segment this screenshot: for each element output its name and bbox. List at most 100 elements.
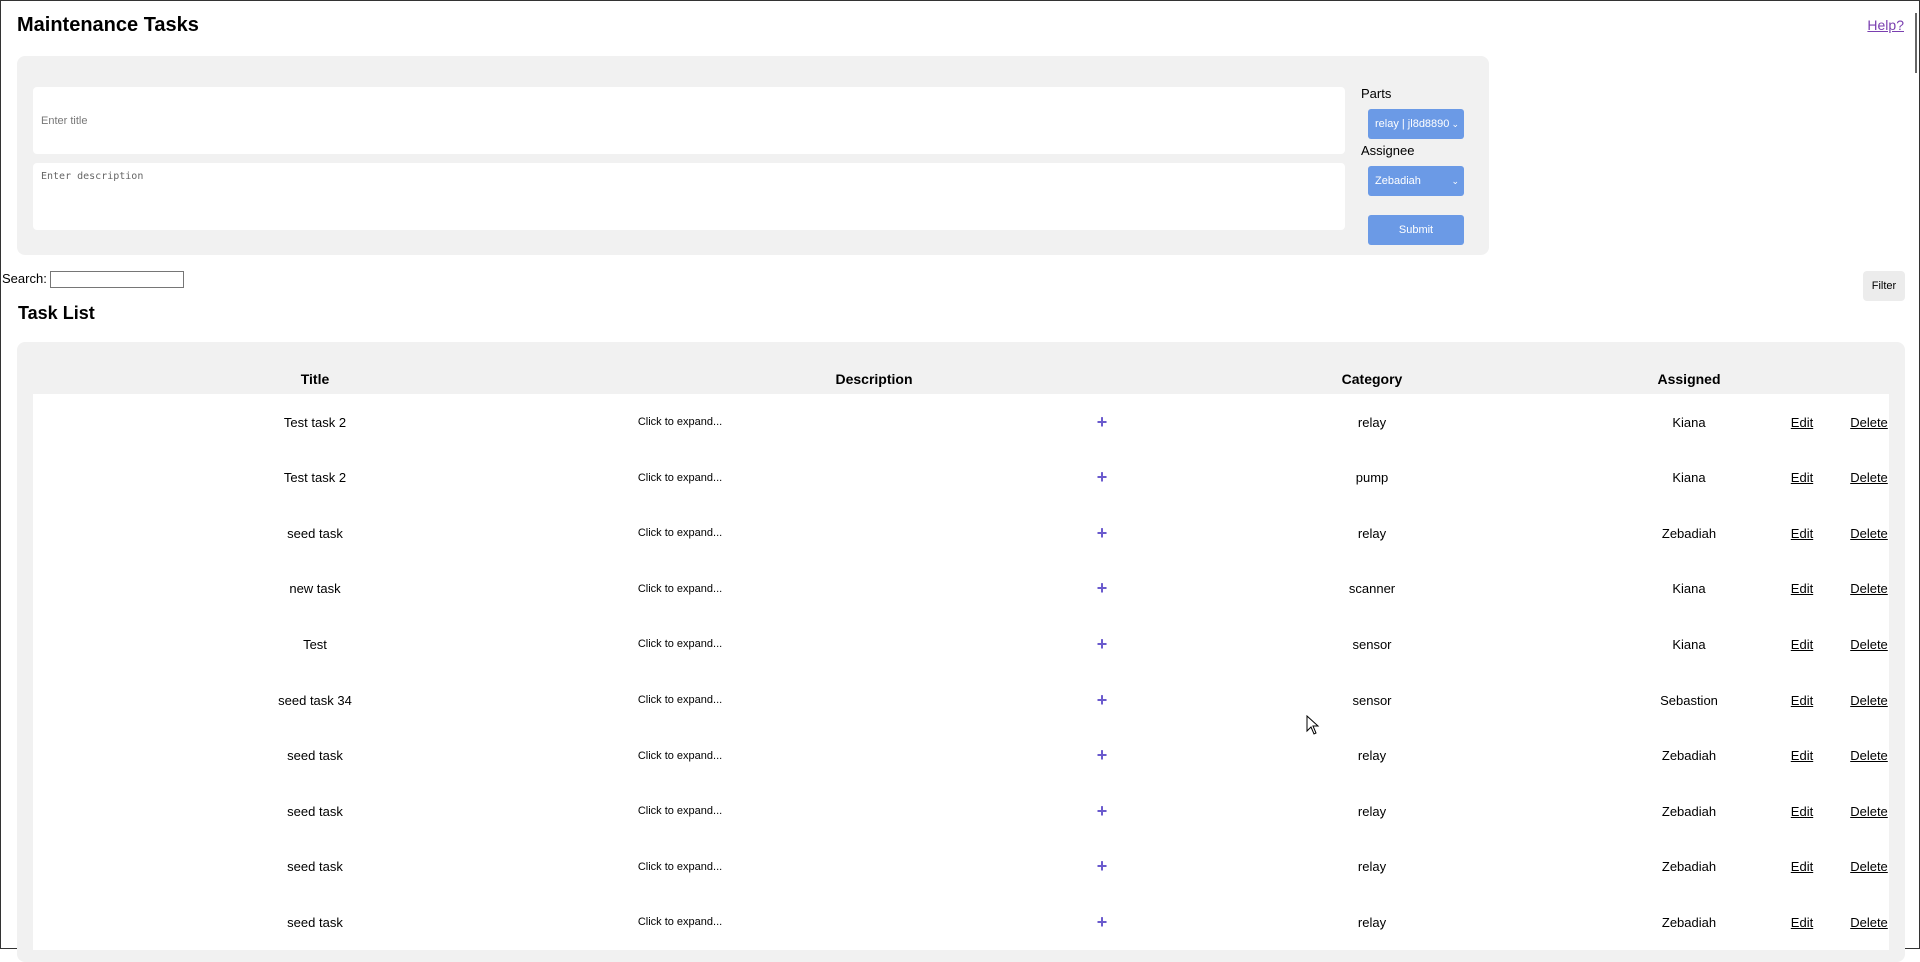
edit-link[interactable]: Edit	[1791, 616, 1813, 672]
task-title: Test task 2	[283, 470, 347, 486]
task-title: seed task	[287, 803, 343, 819]
task-category: relay	[1357, 748, 1387, 764]
parts-label: Parts	[1361, 86, 1392, 101]
task-assignee: Zebadiah	[1661, 803, 1717, 819]
task-title: seed task	[287, 914, 343, 930]
task-description[interactable]: Click to expand...	[638, 728, 722, 784]
submit-button[interactable]: Submit	[1368, 215, 1464, 245]
plus-icon[interactable]: +	[1097, 505, 1108, 561]
table-row: seed task Click to expand... + relay Zebadia…	[33, 894, 1889, 951]
task-title: new task	[289, 581, 341, 597]
plus-icon[interactable]: +	[1097, 783, 1108, 839]
plus-icon[interactable]: +	[1097, 561, 1108, 617]
edit-link[interactable]: Edit	[1791, 894, 1813, 950]
task-description[interactable]: Click to expand...	[638, 394, 722, 450]
table-row: seed task Click to expand... + relay Zebadia…	[33, 783, 1889, 840]
table-row: new task Click to expand... + scanner Kiana E…	[33, 560, 1889, 617]
delete-link[interactable]: Delete	[1850, 672, 1888, 728]
edit-link[interactable]: Edit	[1791, 505, 1813, 561]
task-category: relay	[1357, 859, 1387, 875]
task-title: Test	[303, 636, 327, 652]
task-description[interactable]: Click to expand...	[638, 561, 722, 617]
task-description[interactable]: Click to expand...	[638, 894, 722, 950]
chevron-down-icon: ⌄	[1451, 176, 1459, 186]
plus-icon[interactable]: +	[1097, 450, 1108, 506]
assignee-label: Assignee	[1361, 143, 1415, 158]
scrollbar[interactable]	[1915, 13, 1917, 73]
task-title: seed task 34	[278, 692, 352, 708]
edit-link[interactable]: Edit	[1791, 728, 1813, 784]
page-title: Maintenance Tasks	[17, 14, 199, 36]
parts-select-value: relay | jl8d8890	[1375, 118, 1450, 130]
delete-link[interactable]: Delete	[1850, 561, 1888, 617]
table-row: seed task 34 Click to expand... + sensor Seb…	[33, 672, 1889, 728]
search-input[interactable]	[50, 271, 184, 288]
task-list-header: Title Description Category Assigned	[33, 342, 1889, 394]
task-category: relay	[1357, 803, 1387, 819]
assignee-select-value: Zebadiah	[1375, 175, 1421, 187]
task-list: Title Description Category Assigned Test…	[17, 342, 1905, 962]
task-list-title: Task List	[18, 303, 95, 323]
plus-icon[interactable]: +	[1097, 394, 1108, 450]
parts-select[interactable]: relay | jl8d8890 ⌄	[1368, 109, 1464, 139]
edit-link[interactable]: Edit	[1791, 450, 1813, 506]
delete-link[interactable]: Delete	[1850, 783, 1888, 839]
task-description[interactable]: Click to expand...	[638, 839, 722, 895]
table-row: Test task 2 Click to expand... + relay Kiana…	[33, 394, 1889, 450]
edit-link[interactable]: Edit	[1791, 672, 1813, 728]
delete-link[interactable]: Delete	[1850, 450, 1888, 506]
description-input[interactable]	[33, 163, 1345, 230]
search-label: Search:	[2, 271, 47, 286]
edit-link[interactable]: Edit	[1791, 783, 1813, 839]
plus-icon[interactable]: +	[1097, 839, 1108, 895]
plus-icon[interactable]: +	[1097, 672, 1108, 728]
table-row: Test task 2 Click to expand... + pump Kiana E…	[33, 449, 1889, 506]
task-assignee: Kiana	[1672, 581, 1706, 597]
task-assignee: Kiana	[1672, 636, 1706, 652]
help-link[interactable]: Help?	[1867, 17, 1904, 33]
task-category: relay	[1357, 525, 1387, 541]
delete-link[interactable]: Delete	[1850, 728, 1888, 784]
task-category: pump	[1355, 470, 1389, 486]
task-category: relay	[1357, 914, 1387, 930]
plus-icon[interactable]: +	[1097, 728, 1108, 784]
task-assignee: Zebadiah	[1661, 859, 1717, 875]
task-assignee: Kiana	[1672, 414, 1706, 430]
plus-icon[interactable]: +	[1097, 616, 1108, 672]
delete-link[interactable]: Delete	[1850, 616, 1888, 672]
task-assignee: Kiana	[1672, 470, 1706, 486]
plus-icon[interactable]: +	[1097, 894, 1108, 950]
delete-link[interactable]: Delete	[1850, 839, 1888, 895]
assignee-select[interactable]: Zebadiah ⌄	[1368, 166, 1464, 196]
task-title: seed task	[287, 748, 343, 764]
task-category: relay	[1357, 414, 1387, 430]
task-description[interactable]: Click to expand...	[638, 783, 722, 839]
task-category: sensor	[1352, 636, 1392, 652]
mouse-cursor-icon	[1306, 715, 1320, 735]
filter-button[interactable]: Filter	[1863, 271, 1905, 301]
edit-link[interactable]: Edit	[1791, 839, 1813, 895]
task-category: sensor	[1352, 692, 1392, 708]
task-description[interactable]: Click to expand...	[638, 672, 722, 728]
edit-link[interactable]: Edit	[1791, 394, 1813, 450]
table-row: seed task Click to expand... + relay Zebadia…	[33, 505, 1889, 562]
task-category: scanner	[1348, 581, 1396, 597]
task-description[interactable]: Click to expand...	[638, 450, 722, 506]
table-row: seed task Click to expand... + relay Zebadia…	[33, 727, 1889, 784]
task-form: Parts relay | jl8d8890 ⌄ Assignee Zebadi…	[17, 56, 1489, 255]
task-description[interactable]: Click to expand...	[638, 505, 722, 561]
title-input[interactable]	[33, 87, 1345, 154]
column-header-category: Category	[1341, 371, 1403, 387]
delete-link[interactable]: Delete	[1850, 394, 1888, 450]
edit-link[interactable]: Edit	[1791, 561, 1813, 617]
task-title: seed task	[287, 859, 343, 875]
chevron-down-icon: ⌄	[1451, 119, 1459, 129]
task-assignee: Sebastion	[1660, 692, 1718, 708]
column-header-description: Description	[835, 371, 913, 387]
delete-link[interactable]: Delete	[1850, 894, 1888, 950]
task-description[interactable]: Click to expand...	[638, 616, 722, 672]
table-row: Test Click to expand... + sensor Kiana Edit De…	[33, 616, 1889, 673]
task-assignee: Zebadiah	[1661, 525, 1717, 541]
delete-link[interactable]: Delete	[1850, 505, 1888, 561]
column-header-assigned: Assigned	[1657, 371, 1721, 387]
